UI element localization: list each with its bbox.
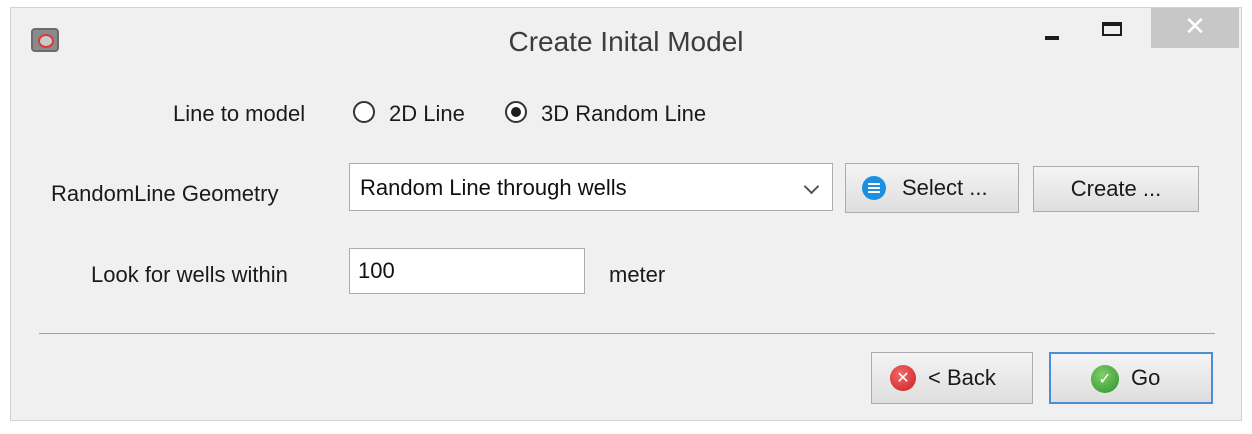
geometry-select[interactable]: Random Line through wells xyxy=(349,163,833,211)
go-button[interactable]: ✓ Go xyxy=(1049,352,1213,404)
select-button-label: Select ... xyxy=(902,175,988,200)
unit-label: meter xyxy=(609,262,666,287)
checkmark-icon: ✓ xyxy=(1091,365,1119,393)
maximize-icon[interactable] xyxy=(1091,8,1137,44)
wells-distance-field[interactable] xyxy=(349,248,585,294)
divider xyxy=(39,333,1215,334)
line-to-model-label: Line to model xyxy=(173,101,306,126)
cancel-x-icon: ✕ xyxy=(890,365,916,391)
geometry-select-value: Random Line through wells xyxy=(360,175,627,200)
minimize-icon[interactable] xyxy=(1033,8,1075,44)
wells-distance-label: Look for wells within xyxy=(91,262,288,287)
back-button-label: < Back xyxy=(928,365,996,390)
wells-distance-input[interactable] xyxy=(358,258,574,284)
create-model-dialog: Create Inital Model ✕ Line to model 2D L… xyxy=(10,7,1242,421)
radio-2d-line[interactable] xyxy=(353,101,375,123)
close-icon[interactable]: ✕ xyxy=(1151,8,1239,48)
title-bar[interactable]: Create Inital Model ✕ xyxy=(11,8,1241,78)
create-button[interactable]: Create ... xyxy=(1033,166,1199,212)
go-button-label: Go xyxy=(1131,365,1161,390)
radio-3d-random-line[interactable] xyxy=(505,101,527,123)
chevron-down-icon xyxy=(803,178,820,195)
radio-3d-random-line-label[interactable]: 3D Random Line xyxy=(541,101,706,127)
create-button-label: Create ... xyxy=(1070,176,1162,201)
back-button[interactable]: ✕ < Back xyxy=(871,352,1033,404)
geometry-label: RandomLine Geometry xyxy=(51,181,279,206)
select-button[interactable]: Select ... xyxy=(845,163,1019,213)
list-icon xyxy=(862,176,886,200)
radio-2d-line-label[interactable]: 2D Line xyxy=(389,101,465,127)
